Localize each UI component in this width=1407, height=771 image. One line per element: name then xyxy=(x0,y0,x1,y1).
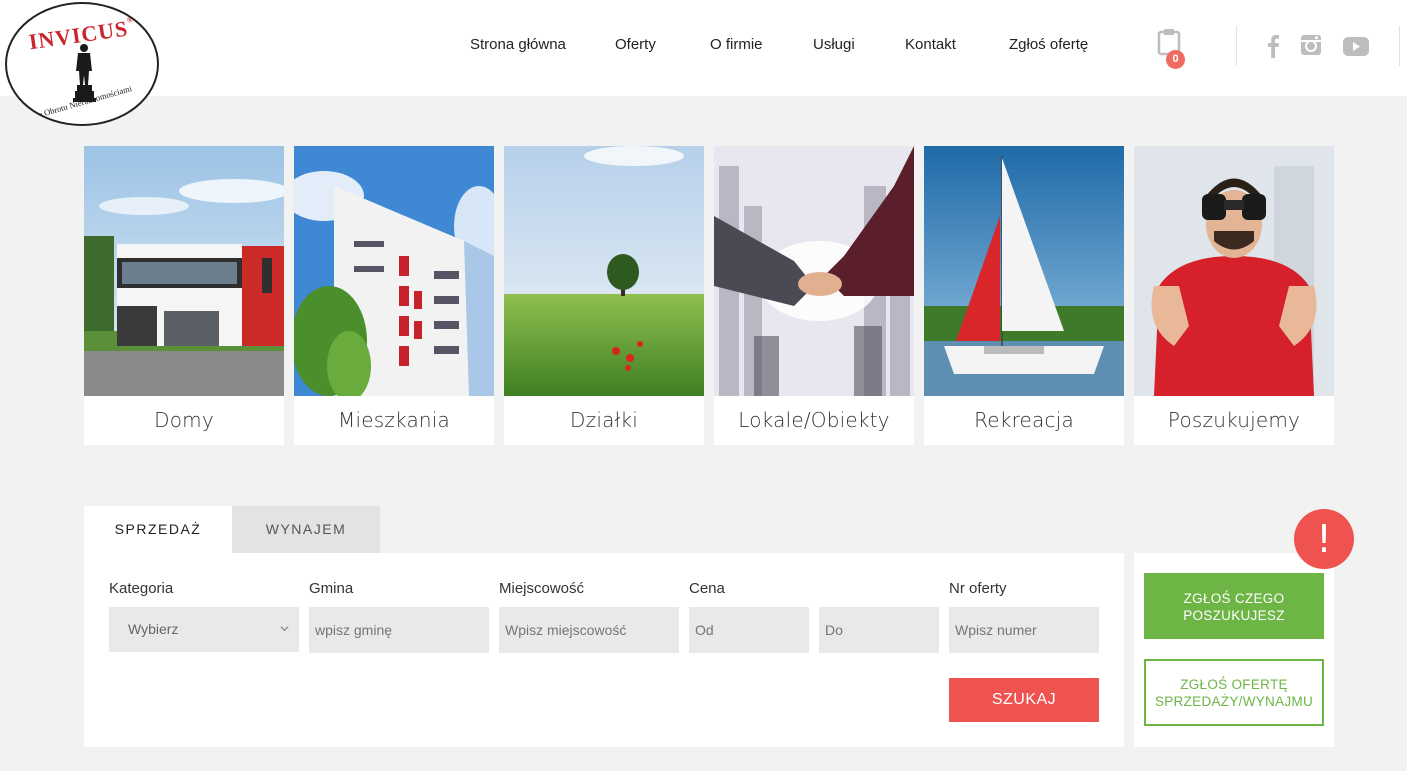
category-label: Rekreacja xyxy=(974,408,1074,432)
facebook-icon xyxy=(1268,35,1279,58)
tab-sale[interactable]: SPRZEDAŻ xyxy=(84,506,232,553)
divider xyxy=(1399,26,1400,66)
category-field-label: Kategoria xyxy=(109,580,174,597)
category-label: Domy xyxy=(154,408,214,432)
offer-number-field-label: Nr oferty xyxy=(949,580,1007,597)
instagram-icon xyxy=(1301,35,1321,55)
locality-input[interactable] xyxy=(499,607,679,653)
submit-offer-button[interactable]: ZGŁOŚ OFERTĘ SPRZEDAŻY/WYNAJMU xyxy=(1144,659,1324,726)
youtube-link[interactable] xyxy=(1343,37,1369,61)
nav-item-home[interactable]: Strona główna xyxy=(470,36,566,53)
company-logo[interactable]: INVICUS® Biuro Obrotu Nieruchomościami xyxy=(5,2,159,126)
price-field-label: Cena xyxy=(689,580,725,597)
category-tile-recreation[interactable]: Rekreacja xyxy=(924,146,1124,445)
nav-item-about[interactable]: O firmie xyxy=(710,36,763,53)
offer-number-input[interactable] xyxy=(949,607,1099,653)
report-wanted-line1: ZGŁOŚ CZEGO xyxy=(1183,591,1285,606)
nav-item-contact[interactable]: Kontakt xyxy=(905,36,956,53)
municipality-field-label: Gmina xyxy=(309,580,354,597)
cart-button[interactable]: 0 xyxy=(1157,28,1185,69)
man-with-binoculars-image xyxy=(1134,146,1334,396)
site-header: Strona główna Oferty O firmie Usługi Kon… xyxy=(0,0,1407,96)
category-label: Mieszkania xyxy=(337,408,450,432)
report-wanted-button[interactable]: ZGŁOŚ CZEGO POSZUKUJESZ xyxy=(1144,573,1324,639)
chevron-down-icon xyxy=(280,626,289,632)
category-tile-apartments[interactable]: Mieszkania xyxy=(294,146,494,445)
tab-rent[interactable]: WYNAJEM xyxy=(232,506,380,553)
price-from-input[interactable] xyxy=(689,607,809,653)
category-select-value: Wybierz xyxy=(128,621,179,637)
category-label: Działki xyxy=(570,408,638,432)
category-label: Poszukujemy xyxy=(1167,408,1301,432)
instagram-link[interactable] xyxy=(1300,34,1322,61)
category-tile-houses[interactable]: Domy xyxy=(84,146,284,445)
sailboat-image xyxy=(924,146,1124,396)
category-tile-plots[interactable]: Działki xyxy=(504,146,704,445)
submit-offer-line2: SPRZEDAŻY/WYNAJMU xyxy=(1154,694,1314,709)
business-handshake-image xyxy=(714,146,914,396)
green-field-tree-image xyxy=(504,146,704,396)
apartment-building-image xyxy=(294,146,494,396)
nav-item-submit-offer[interactable]: Zgłoś ofertę xyxy=(1009,36,1088,53)
divider xyxy=(1236,26,1237,66)
category-select[interactable]: Wybierz xyxy=(109,607,299,652)
locality-field-label: Miejscowość xyxy=(499,580,585,597)
nav-item-services[interactable]: Usługi xyxy=(813,36,855,53)
cart-count-badge: 0 xyxy=(1166,50,1185,69)
category-tile-premises[interactable]: Lokale/Obiekty xyxy=(714,146,914,445)
alert-icon[interactable]: ! xyxy=(1294,509,1354,569)
youtube-icon xyxy=(1343,37,1369,56)
category-label: Lokale/Obiekty xyxy=(738,408,890,432)
municipality-input[interactable] xyxy=(309,607,489,653)
modern-house-image xyxy=(84,146,284,396)
submit-offer-line1: ZGŁOŚ OFERTĘ xyxy=(1180,677,1288,692)
facebook-link[interactable] xyxy=(1266,34,1280,63)
category-tile-wanted[interactable]: Poszukujemy xyxy=(1134,146,1334,445)
search-button[interactable]: SZUKAJ xyxy=(949,678,1099,722)
price-to-input[interactable] xyxy=(819,607,939,653)
nav-item-offers[interactable]: Oferty xyxy=(615,36,656,53)
report-wanted-line2: POSZUKUJESZ xyxy=(1183,608,1285,623)
